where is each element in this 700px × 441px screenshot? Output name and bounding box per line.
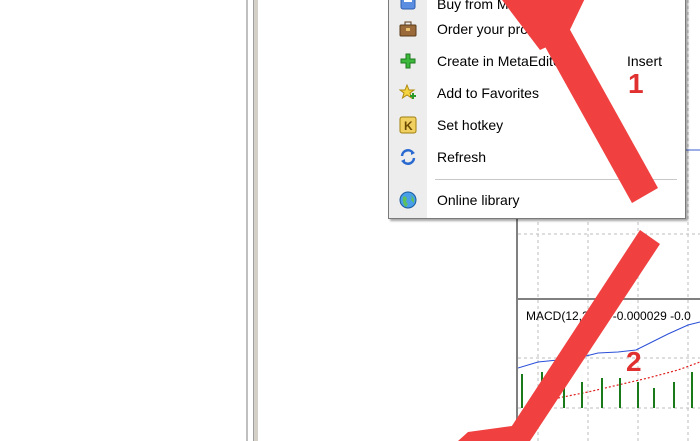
svg-text:K: K [404, 119, 413, 133]
menu-item-label: Create in MetaEditor [437, 53, 566, 69]
panel-border-left [246, 0, 248, 441]
menu-item-label: Buy from Market [437, 0, 540, 12]
globe-icon [399, 191, 417, 209]
plus-icon [400, 53, 416, 69]
menu-item-label: Set hotkey [437, 117, 504, 133]
navigator-context-menu: Buy from Market Order your program Creat… [388, 0, 686, 219]
menu-item-label: Order your program [437, 21, 560, 37]
panel-border-right [253, 0, 258, 441]
indicator-separator[interactable] [518, 298, 700, 300]
refresh-icon [400, 149, 416, 165]
menu-item-label: Refresh [437, 149, 487, 165]
macd-indicator-label: MACD(12,26,9) -0.000029 -0.0 [526, 309, 691, 323]
hotkey-icon: K [399, 116, 417, 134]
macd-histogram [521, 372, 693, 408]
menu-item-order-program[interactable]: Order your program [389, 14, 687, 44]
menu-item-label: Online library [437, 192, 520, 208]
menu-item-refresh[interactable]: Refresh [389, 142, 687, 172]
menu-item-shortcut: Insert [627, 53, 663, 69]
star-add-icon [399, 84, 416, 100]
menu-separator [435, 179, 677, 180]
menu-item-online-library[interactable]: Online library [389, 185, 687, 215]
annotation-marker-2: 2 [626, 346, 642, 377]
menu-item-set-hotkey[interactable]: K Set hotkey [389, 110, 687, 140]
menu-item-label: Add to Favorites [437, 85, 539, 101]
cart-icon [400, 0, 416, 10]
briefcase-icon [399, 21, 417, 37]
macd-line [518, 321, 700, 369]
annotation-marker-1: 1 [628, 68, 644, 99]
